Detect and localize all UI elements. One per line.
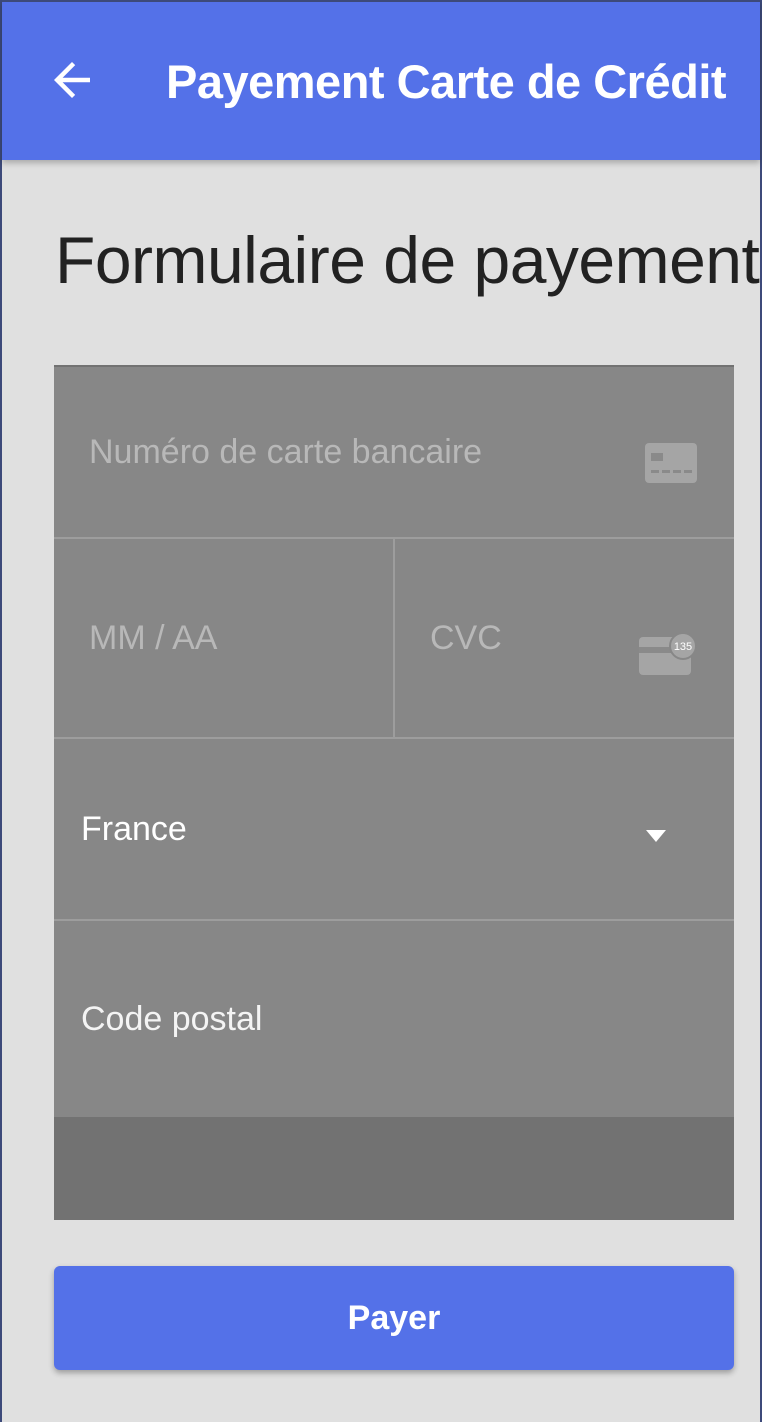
postal-code-field[interactable]: Code postal	[54, 921, 734, 1117]
caret-down-icon	[646, 830, 666, 842]
cvc-icon-badge: 135	[674, 641, 692, 653]
postal-code-placeholder: Code postal	[81, 999, 263, 1038]
card-number-placeholder: Numéro de carte bancaire	[89, 432, 483, 471]
cvc-placeholder: CVC	[430, 618, 502, 657]
pay-button[interactable]: Payer	[54, 1266, 734, 1370]
pay-button-label: Payer	[347, 1298, 441, 1337]
expiry-field[interactable]: MM / AA	[54, 539, 393, 737]
credit-card-icon	[645, 443, 697, 483]
country-value: France	[81, 809, 187, 848]
country-select[interactable]: France	[54, 739, 734, 919]
expiry-placeholder: MM / AA	[89, 618, 218, 657]
card-number-field[interactable]: Numéro de carte bancaire	[54, 367, 734, 537]
app-bar: Payement Carte de Crédit	[2, 0, 760, 160]
arrow-left-icon	[54, 62, 90, 98]
payment-form: Numéro de carte bancaire MM / AA CVC 135…	[54, 365, 734, 1220]
app-bar-title: Payement Carte de Crédit	[166, 55, 727, 108]
back-button[interactable]	[42, 50, 102, 110]
cvc-card-icon: 135	[639, 633, 697, 675]
page-title: Formulaire de payement	[55, 223, 760, 297]
